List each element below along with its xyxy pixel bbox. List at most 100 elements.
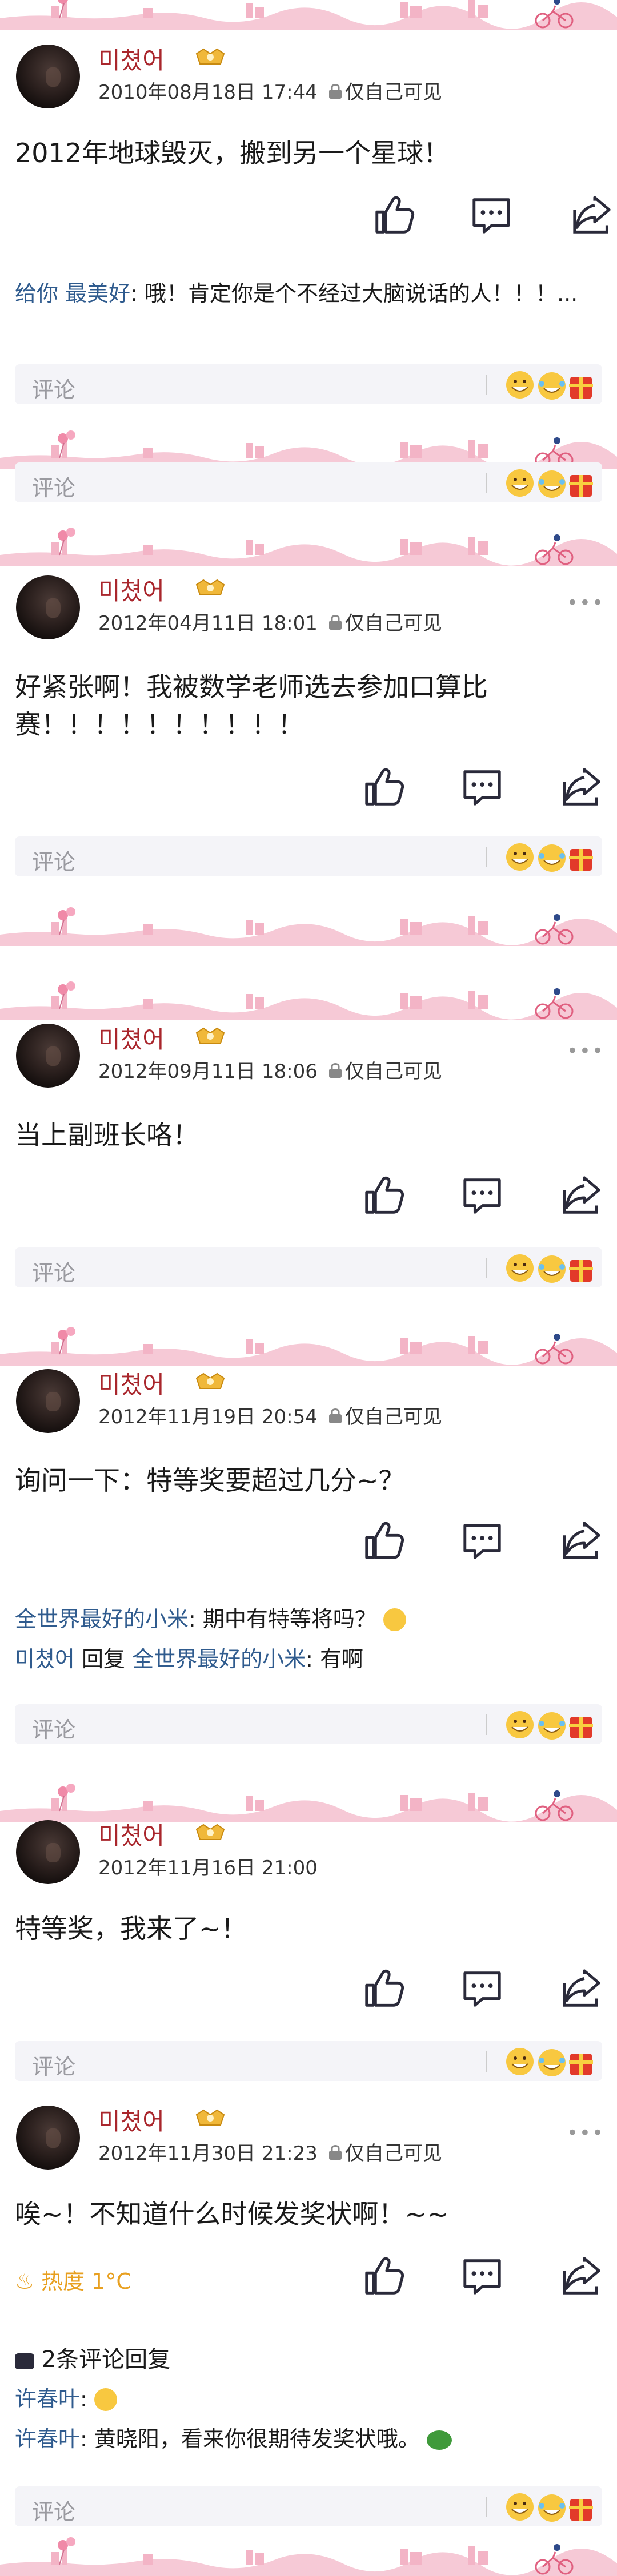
decorative-skyline-band: [0, 2535, 617, 2576]
comment-icon[interactable]: [460, 1966, 505, 2011]
emoji-picker-icon[interactable]: [503, 2490, 594, 2524]
share-icon[interactable]: [560, 1519, 604, 1563]
comment-icon[interactable]: [460, 1173, 505, 1218]
username[interactable]: 미쳤어: [98, 1366, 165, 1400]
feed-post: 미쳤어 2010年08月18日 17:44 仅自己可见 2012年地球毁灭，搬到另…: [0, 40, 617, 440]
decorative-skyline-band: [0, 905, 617, 946]
comment-placeholder: 评论: [32, 377, 76, 402]
comment-author[interactable]: 미쳤어: [15, 1647, 75, 1672]
post-header: 미쳤어 2010年08月18日 17:44 仅自己可见: [0, 40, 617, 114]
comment-input[interactable]: 评论: [15, 836, 602, 876]
post-meta: 2012年04月11日 18:01 仅自己可见: [98, 607, 442, 635]
comment-author[interactable]: 许春叶: [15, 2386, 80, 2412]
comment-icon[interactable]: [470, 193, 514, 238]
post-date: 2012年09月11日 18:06: [98, 1060, 318, 1083]
comment-input[interactable]: 评论: [15, 364, 602, 404]
emoji-picker-icon[interactable]: [503, 1708, 594, 1742]
feed-post: 미쳤어 2012年11月30日 21:23 仅自己可见 ••• 唉~！不知道什么时…: [0, 2101, 617, 2535]
surprised-emoji-icon: [94, 2388, 117, 2411]
visibility-label: 仅自己可见: [344, 612, 442, 635]
post-header: 미쳤어 2012年11月19日 20:54 仅自己可见: [0, 1365, 617, 1439]
like-icon[interactable]: [361, 2254, 406, 2299]
post-content: 特等奖，我来了~！: [15, 1913, 247, 1944]
comment-input[interactable]: 评论: [15, 1247, 602, 1287]
decorative-skyline-band: [0, 1325, 617, 1366]
post-header: 미쳤어 2012年11月30日 21:23 仅自己可见 •••: [0, 2101, 617, 2175]
comment-author[interactable]: 许春叶: [15, 2426, 80, 2452]
post-actions: [0, 1966, 617, 2012]
post-actions: [0, 1173, 617, 1219]
like-icon[interactable]: [371, 193, 416, 238]
like-icon[interactable]: [361, 1519, 406, 1563]
emoji-picker-icon[interactable]: [503, 1251, 594, 1285]
post-meta: 2012年11月16日 21:00: [98, 1852, 318, 1880]
post-date: 2012年11月16日 21:00: [98, 1857, 318, 1879]
more-options-icon[interactable]: •••: [567, 1040, 604, 1062]
feed-post: 미쳤어 2012年11月19日 20:54 仅自己可见 询问一下：特等奖要超过几分…: [0, 1365, 617, 1776]
post-meta: 2012年09月11日 18:06 仅自己可见: [98, 1056, 442, 1084]
vip-badge-icon: [196, 1028, 225, 1044]
more-options-icon[interactable]: •••: [567, 2122, 604, 2144]
vip-badge-icon: [196, 49, 225, 65]
comment-input[interactable]: 评论: [15, 462, 602, 502]
comment-icon[interactable]: [460, 2254, 505, 2299]
vip-badge-icon: [196, 2110, 225, 2126]
comment-text: : 黄晓阳，看来你很期待发奖状哦。: [80, 2426, 420, 2452]
emoji-picker-icon[interactable]: [503, 466, 594, 500]
comment-placeholder: 评论: [32, 850, 76, 875]
post-content: 唉~！不知道什么时候发奖状啊！~~: [15, 2199, 449, 2229]
feed-post: 미쳤어 2012年04月11日 18:01 仅自己可见 ••• 好紧张啊！我被数学…: [0, 571, 617, 891]
emoji-picker-icon[interactable]: [503, 840, 594, 874]
emoji-picker-icon[interactable]: [503, 368, 594, 402]
feed-post: 미쳤어 2012年11月16日 21:00 特等奖，我来了~！ 评论: [0, 1816, 617, 2081]
comment-input[interactable]: 评论: [15, 2041, 602, 2081]
avatar[interactable]: [16, 1024, 80, 1088]
comment-icon[interactable]: [460, 1519, 505, 1563]
post-actions: [0, 765, 617, 811]
post-content: 当上副班长咯！: [15, 1120, 199, 1150]
emoji-picker-icon[interactable]: [503, 2044, 594, 2079]
comment-author[interactable]: 全世界最好的小米: [15, 1607, 189, 1632]
decorative-skyline-band: [0, 979, 617, 1020]
post-header: 미쳤어 2012年04月11日 18:01 仅自己可见 •••: [0, 571, 617, 645]
replies-count[interactable]: 2条评论回复: [15, 2341, 170, 2374]
more-options-icon[interactable]: •••: [567, 591, 604, 614]
avatar[interactable]: [16, 1820, 80, 1884]
like-icon[interactable]: [361, 765, 406, 810]
comment-author[interactable]: 最美好: [65, 281, 130, 306]
lock-icon: [328, 1063, 343, 1079]
decorative-skyline-band: [0, 525, 617, 566]
username[interactable]: 미쳤어: [98, 1817, 165, 1852]
comment-input[interactable]: 评论: [15, 1704, 602, 1744]
username[interactable]: 미쳤어: [98, 1020, 165, 1055]
comment-icon[interactable]: [460, 765, 505, 810]
comment-line: 许春叶:: [15, 2384, 598, 2414]
lock-icon: [328, 2145, 343, 2161]
lock-icon: [328, 84, 343, 100]
username[interactable]: 미쳤어: [98, 41, 165, 76]
post-meta: 2012年11月19日 20:54 仅自己可见: [98, 1401, 442, 1429]
comment-line: 미쳤어 回复 全世界最好的小米: 有啊: [15, 1644, 598, 1674]
username[interactable]: 미쳤어: [98, 2102, 165, 2137]
avatar[interactable]: [16, 575, 80, 639]
comment-placeholder: 评论: [32, 476, 76, 501]
reply-to-author[interactable]: 全世界最好的小米: [132, 1647, 306, 1672]
share-icon[interactable]: [560, 1173, 604, 1218]
post-content: 询问一下：特等奖要超过几分~？: [15, 1465, 405, 1496]
decorative-skyline-band: [0, 0, 617, 30]
reply-word: 回复: [74, 1647, 133, 1672]
share-icon[interactable]: [570, 193, 615, 238]
like-icon[interactable]: [361, 1966, 406, 2011]
comment-text: : 有啊: [306, 1647, 363, 1672]
username[interactable]: 미쳤어: [98, 572, 165, 607]
avatar[interactable]: [16, 1369, 80, 1433]
avatar[interactable]: [16, 2106, 80, 2170]
comment-input[interactable]: 评论: [15, 2486, 602, 2526]
share-icon[interactable]: [560, 2254, 604, 2299]
avatar[interactable]: [16, 45, 80, 108]
share-icon[interactable]: [560, 765, 604, 810]
share-icon[interactable]: [560, 1966, 604, 2011]
vip-badge-icon: [196, 1373, 225, 1389]
like-icon[interactable]: [361, 1173, 406, 1218]
post-content: 好紧张啊！我被数学老师选去参加口算比赛！！！！！！！！！！: [15, 671, 488, 740]
